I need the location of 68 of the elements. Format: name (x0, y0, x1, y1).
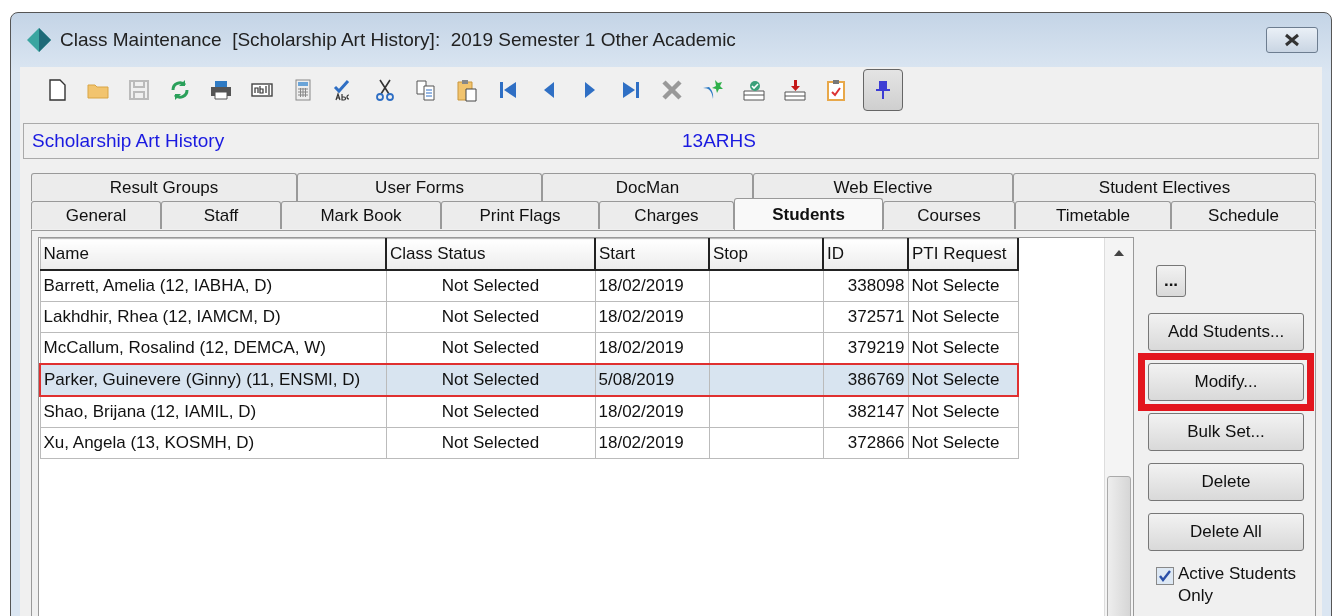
table-cell: Barrett, Amelia (12, IABHA, D) (40, 270, 386, 302)
tab[interactable]: Students (734, 198, 883, 230)
action-button[interactable]: Bulk Set... (1148, 413, 1304, 451)
column-header[interactable]: PTI Request (908, 238, 1018, 270)
close-button[interactable] (1266, 27, 1318, 53)
tab[interactable]: Mark Book (281, 201, 441, 229)
table-cell: 18/02/2019 (595, 270, 709, 302)
class-code: 13ARHS (682, 130, 757, 152)
tab[interactable]: Web Elective (753, 173, 1013, 201)
tab[interactable]: Timetable (1015, 201, 1171, 229)
tab[interactable]: User Forms (297, 173, 542, 201)
table-cell: Not Selected (386, 427, 595, 459)
action-button[interactable]: Add Students... (1148, 313, 1304, 351)
table-cell: 338098 (823, 270, 908, 302)
tab[interactable]: General (31, 201, 161, 229)
table-cell: 18/02/2019 (595, 396, 709, 428)
table-cell: Xu, Angela (13, KOSMH, D) (40, 427, 386, 459)
tab[interactable]: DocMan (542, 173, 753, 201)
table-cell: Not Selecte (908, 270, 1018, 302)
tab[interactable]: Staff (161, 201, 281, 229)
table-cell: Not Selected (386, 301, 595, 333)
table-cell: Not Selecte (908, 427, 1018, 459)
table-row[interactable]: Xu, Angela (13, KOSMH, D) Not Selected 18/02/2019 372866 Not Selecte (40, 427, 1018, 459)
tab[interactable]: Print Flags (441, 201, 599, 229)
table-cell: 382147 (823, 396, 908, 428)
class-name: Scholarship Art History (32, 130, 226, 152)
column-header[interactable]: ID (823, 238, 908, 270)
table-cell: 18/02/2019 (595, 301, 709, 333)
table-row[interactable]: Barrett, Amelia (12, IABHA, D) Not Selected 18/02/2019 338098 Not Selecte (40, 270, 1018, 302)
action-button[interactable]: Modify... (1148, 363, 1304, 401)
column-header[interactable]: Stop (709, 238, 823, 270)
tab[interactable]: Courses (883, 201, 1015, 229)
table-cell: Not Selecte (908, 364, 1018, 396)
column-header[interactable]: Class Status (386, 238, 595, 270)
tab[interactable]: Student Electives (1013, 173, 1316, 201)
scroll-thumb[interactable] (1107, 476, 1131, 616)
table-cell: 18/02/2019 (595, 427, 709, 459)
vertical-scrollbar[interactable] (1104, 238, 1133, 616)
table-cell: 386769 (823, 364, 908, 396)
tab[interactable]: Schedule (1171, 201, 1316, 229)
checkbox-label[interactable]: Active Students Only (1178, 563, 1308, 607)
table-row[interactable]: Lakhdhir, Rhea (12, IAMCM, D) Not Selected 18/02/2019 372571 Not Selecte (40, 301, 1018, 333)
scroll-up-icon[interactable] (1114, 250, 1124, 256)
more-button[interactable]: ... (1156, 265, 1186, 297)
table-cell: 5/08/2019 (595, 364, 709, 396)
table-cell: Not Selecte (908, 301, 1018, 333)
table-row[interactable]: Shao, Brijana (12, IAMIL, D) Not Selected 18/02/2019 382147 Not Selecte (40, 396, 1018, 428)
action-button[interactable]: Delete (1148, 463, 1304, 501)
column-header[interactable]: Start (595, 238, 709, 270)
table-cell: Not Selected (386, 270, 595, 302)
table-cell: Shao, Brijana (12, IAMIL, D) (40, 396, 386, 428)
column-header[interactable]: Name (40, 238, 386, 270)
tab[interactable]: Result Groups (31, 173, 297, 201)
checkbox[interactable] (1156, 567, 1174, 585)
table-cell: Not Selected (386, 364, 595, 396)
table-cell: Not Selecte (908, 396, 1018, 428)
table-cell: Not Selected (386, 396, 595, 428)
table-cell: Parker, Guinevere (Ginny) (11, ENSMI, D) (40, 364, 386, 396)
tab[interactable]: Charges (599, 201, 734, 229)
table-cell: Lakhdhir, Rhea (12, IAMCM, D) (40, 301, 386, 333)
table-row[interactable]: Parker, Guinevere (Ginny) (11, ENSMI, D) Not Selected 5/08/2019 386769 Not Selecte (40, 364, 1018, 396)
window-title: Class Maintenance [Scholarship Art History]: 2019 Semester 1 Other Academic (60, 29, 737, 51)
table-cell: 372571 (823, 301, 908, 333)
diamond-app-icon (26, 27, 52, 53)
action-button[interactable]: Delete All (1148, 513, 1304, 551)
close-icon (1283, 33, 1301, 47)
pin-button[interactable] (863, 69, 903, 111)
table-cell: 372866 (823, 427, 908, 459)
